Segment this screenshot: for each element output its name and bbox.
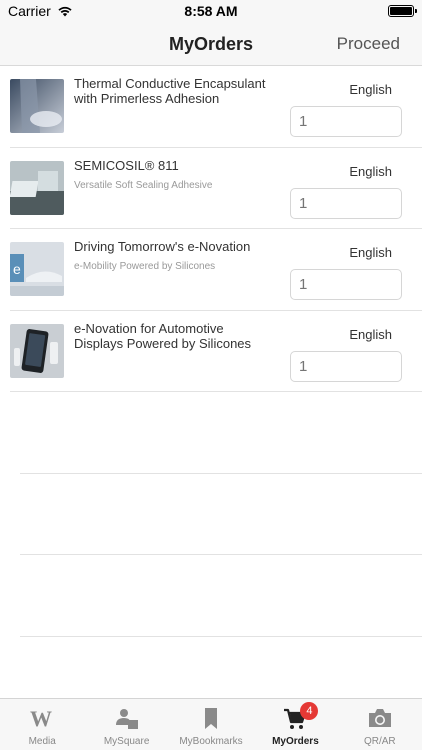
wacker-logo-icon: W — [30, 707, 52, 729]
tab-label: MyBookmarks — [179, 736, 243, 747]
camera-icon — [368, 709, 391, 727]
order-row[interactable]: e Driving Tomorrow's e-Novation e-Mobili… — [10, 229, 422, 311]
quantity-input[interactable] — [290, 350, 402, 382]
navigation-bar: MyOrders Proceed — [0, 22, 422, 66]
product-thumbnail — [10, 79, 64, 133]
empty-row — [20, 555, 422, 637]
order-row[interactable]: SEMICOSIL® 811 Versatile Soft Sealing Ad… — [10, 148, 422, 229]
tab-label: Media — [28, 736, 56, 747]
product-thumbnail — [10, 323, 64, 378]
tab-label: MySquare — [103, 736, 150, 747]
bookmark-icon — [205, 708, 218, 729]
empty-row — [20, 392, 422, 474]
order-row[interactable]: Thermal Conductive Encapsulant with Prim… — [10, 66, 422, 148]
product-thumbnail — [10, 160, 64, 215]
order-language[interactable]: English — [349, 164, 392, 179]
empty-row — [20, 474, 422, 555]
order-subtitle: e-Mobility Powered by Silicones — [74, 261, 216, 272]
tab-bar: W Media MySquare MyBookmarks 4 MyOrders — [0, 698, 422, 750]
order-title: Driving Tomorrow's e-Novation — [74, 239, 251, 254]
quantity-input[interactable] — [290, 106, 402, 137]
user-square-icon — [115, 709, 138, 729]
quantity-input[interactable] — [290, 187, 402, 219]
tab-mybookmarks[interactable]: MyBookmarks — [169, 699, 253, 750]
status-bar: Carrier 8:58 AM — [0, 0, 422, 22]
order-title: Thermal Conductive Encapsulant with Prim… — [74, 76, 266, 106]
order-language[interactable]: English — [349, 327, 392, 342]
battery-icon — [388, 5, 417, 17]
tab-mysquare[interactable]: MySquare — [84, 699, 168, 750]
cart-count-badge: 4 — [300, 702, 319, 720]
quantity-input[interactable] — [290, 269, 402, 300]
tab-label: QR/AR — [363, 736, 396, 747]
tab-label: MyOrders — [272, 736, 319, 747]
order-language[interactable]: English — [349, 245, 392, 260]
order-title: e-Novation for Automotive Displays Power… — [74, 320, 252, 351]
order-language[interactable]: English — [349, 82, 392, 97]
orders-list: Thermal Conductive Encapsulant with Prim… — [0, 66, 422, 637]
proceed-button[interactable]: Proceed — [337, 34, 400, 54]
status-time: 8:58 AM — [184, 3, 238, 19]
order-title: SEMICOSIL® 811 — [74, 157, 179, 173]
tab-qr-ar[interactable]: QR/AR — [338, 699, 422, 750]
order-row[interactable]: e-Novation for Automotive Displays Power… — [10, 311, 422, 392]
tab-myorders[interactable]: 4 MyOrders — [253, 699, 337, 750]
svg-text:e: e — [13, 261, 21, 277]
product-thumbnail: e — [10, 242, 64, 296]
svg-text:W: W — [30, 707, 52, 729]
tab-media[interactable]: W Media — [0, 699, 84, 750]
order-subtitle: Versatile Soft Sealing Adhesive — [74, 179, 213, 191]
